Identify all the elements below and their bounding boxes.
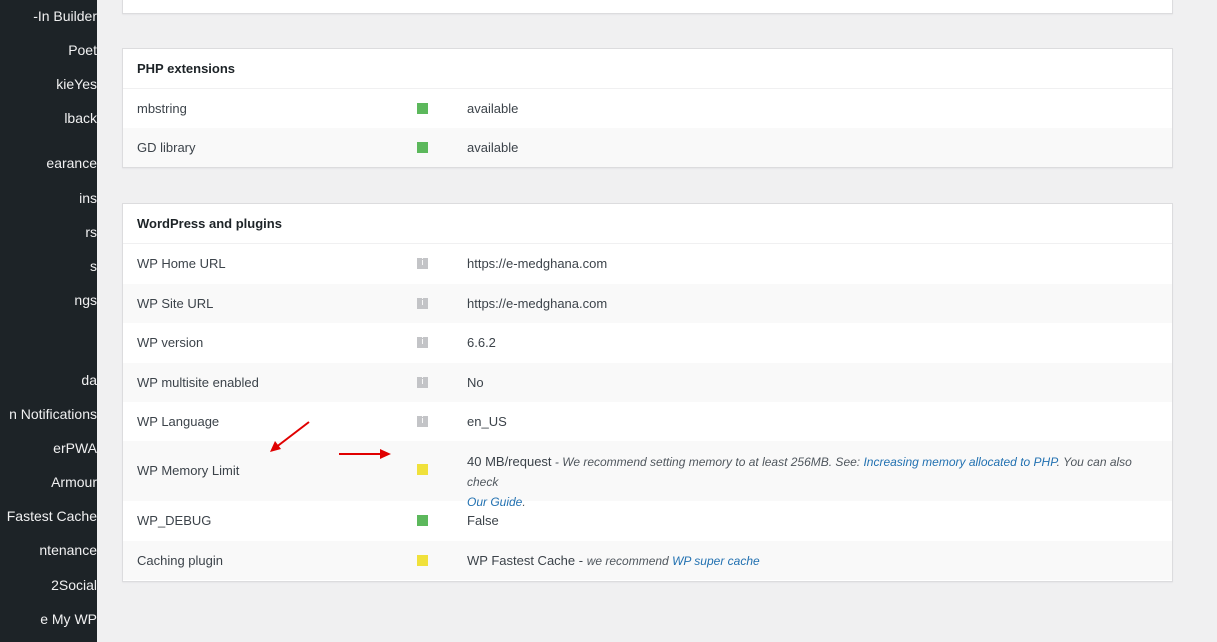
row-value: No — [467, 375, 484, 390]
table-row: mbstring available — [123, 89, 1172, 128]
sidebar-item-insert-builder[interactable]: -In Builder — [33, 6, 97, 26]
info-icon: i — [417, 298, 428, 309]
sidebar-item-armour[interactable]: Armour — [51, 472, 97, 492]
table-row: Caching plugin WP Fastest Cache - we rec… — [123, 541, 1172, 580]
status-indicator-green — [417, 142, 428, 153]
table-row: GD library available — [123, 128, 1172, 167]
row-value: False — [467, 513, 499, 528]
status-indicator-green — [417, 515, 428, 526]
caching-dash: - — [575, 553, 587, 568]
sidebar-item-appearance[interactable]: earance — [46, 153, 97, 173]
sidebar-item-feedback[interactable]: lback — [64, 108, 97, 128]
sidebar-item-panda[interactable]: da — [81, 370, 97, 390]
sidebar-item-push-notifications[interactable]: n Notifications — [9, 404, 97, 424]
table-row: WP Site URL i https://e-medghana.com — [123, 284, 1172, 323]
sidebar-item-wp-fastest-cache[interactable]: Fastest Cache — [7, 506, 97, 526]
row-label: mbstring — [137, 101, 187, 116]
status-indicator-green — [417, 103, 428, 114]
sidebar-item-plugins[interactable]: ins — [79, 188, 97, 208]
caching-note: we recommend — [586, 554, 673, 568]
info-icon: i — [417, 416, 428, 427]
row-value: available — [467, 101, 519, 116]
caching-value: WP Fastest Cache — [467, 553, 576, 568]
sidebar-item-nextend-social[interactable]: 2Social — [51, 575, 97, 595]
sidebar-item-hide-my-wp[interactable]: e My WP — [40, 609, 97, 629]
info-icon: i — [417, 337, 428, 348]
sidebar-item-settings[interactable]: ngs — [74, 290, 97, 310]
status-indicator-yellow — [417, 555, 428, 566]
table-row: WP version i 6.6.2 — [123, 323, 1172, 363]
row-value-caching: WP Fastest Cache - we recommend WP super… — [467, 541, 760, 581]
row-value: https://e-medghana.com — [467, 296, 608, 311]
php-extensions-title: PHP extensions — [123, 49, 1172, 89]
sidebar-item-superpwa[interactable]: erPWA — [53, 438, 97, 458]
sidebar-item-users[interactable]: rs — [85, 222, 97, 242]
row-value: 6.6.2 — [467, 335, 496, 350]
table-row: WP_DEBUG False — [123, 501, 1172, 541]
sidebar-item-cookieyes[interactable]: kieYes — [56, 74, 97, 94]
status-indicator-yellow — [417, 464, 428, 475]
row-label: WP Home URL — [137, 256, 226, 271]
sidebar-item-mailpoet[interactable]: Poet — [68, 40, 97, 60]
row-label: WP Site URL — [137, 296, 214, 311]
admin-sidebar: -In Builder Poet kieYes lback earance in… — [0, 0, 97, 642]
previous-section-card — [122, 0, 1173, 14]
memory-value: 40 MB/request — [467, 454, 552, 469]
php-extensions-card: PHP extensions mbstring available GD lib… — [122, 48, 1173, 168]
sidebar-item-maintenance[interactable]: ntenance — [39, 540, 97, 560]
increasing-memory-link[interactable]: Increasing memory allocated to PHP — [863, 455, 1056, 469]
table-row: WP multisite enabled i No — [123, 363, 1172, 402]
row-label: WP Memory Limit — [137, 463, 240, 478]
row-label: GD library — [137, 140, 196, 155]
table-row: WP Home URL i https://e-medghana.com — [123, 244, 1172, 284]
row-label: WP Language — [137, 414, 220, 429]
wordpress-plugins-title: WordPress and plugins — [123, 204, 1172, 244]
row-value: en_US — [467, 414, 507, 429]
row-label: WP version — [137, 335, 204, 350]
row-value: available — [467, 140, 519, 155]
info-icon: i — [417, 377, 428, 388]
row-label: WP_DEBUG — [137, 513, 212, 528]
row-label: WP multisite enabled — [137, 375, 259, 390]
memory-note: - We recommend setting memory to at leas… — [551, 455, 864, 469]
info-icon: i — [417, 258, 428, 269]
sidebar-item-tools[interactable]: s — [90, 256, 97, 276]
wordpress-plugins-card: WordPress and plugins WP Home URL i http… — [122, 203, 1173, 582]
row-value: https://e-medghana.com — [467, 256, 608, 271]
row-label: Caching plugin — [137, 553, 224, 568]
annotation-arrow-icon — [339, 449, 391, 459]
annotation-arrow-icon — [270, 421, 310, 452]
wp-super-cache-link[interactable]: WP super cache — [672, 554, 760, 568]
